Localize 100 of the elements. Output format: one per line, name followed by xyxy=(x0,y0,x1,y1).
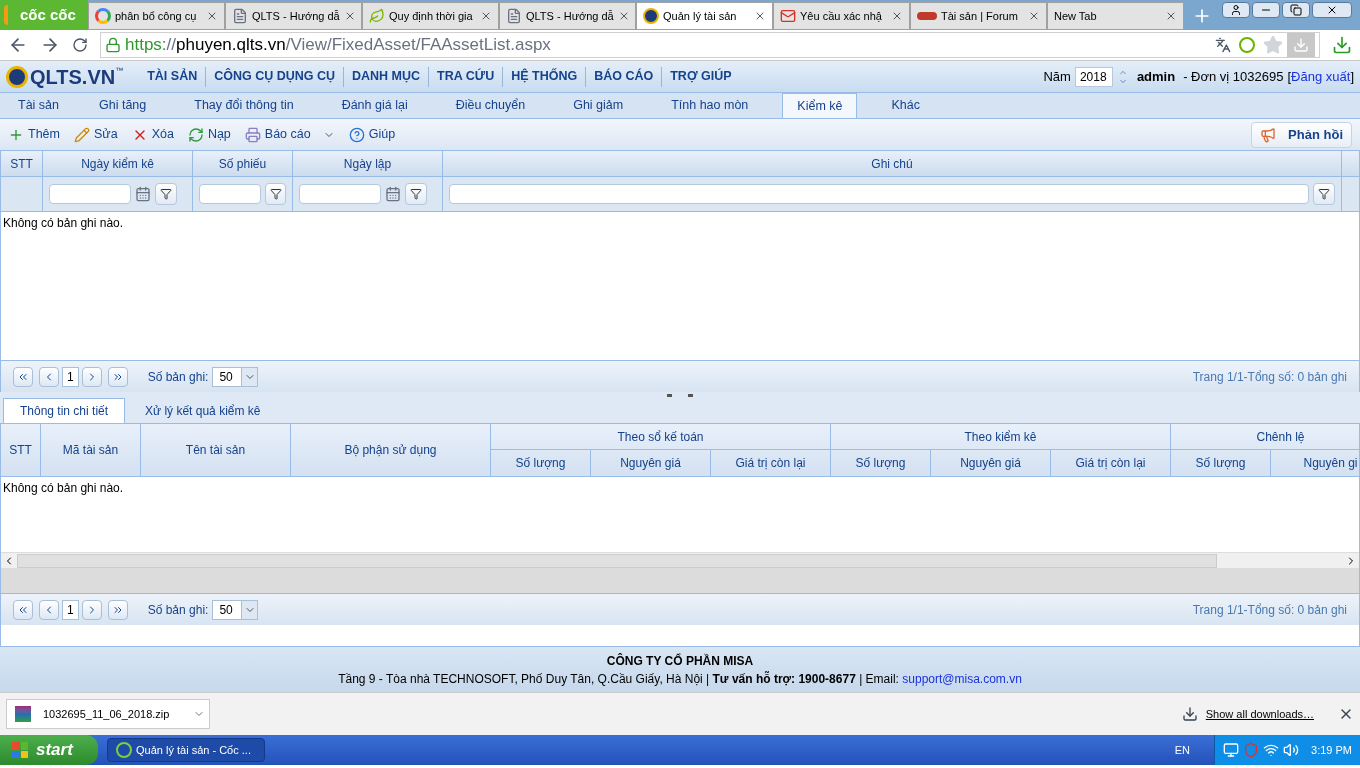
module-tab[interactable]: Đánh giá lại xyxy=(327,93,422,118)
column-header[interactable]: Số lượng xyxy=(491,450,591,476)
column-header[interactable]: STT xyxy=(1,424,41,476)
menu-item[interactable]: TRỢ GIÚP xyxy=(662,67,740,86)
page-number[interactable]: 1 xyxy=(62,366,79,387)
browser-tab[interactable]: Tài sản | Forum xyxy=(910,2,1047,30)
column-header[interactable]: STT xyxy=(1,151,43,176)
toolbar-button[interactable]: Xóa xyxy=(131,125,174,144)
module-tab[interactable]: Tính hao mòn xyxy=(657,93,763,118)
download-item[interactable]: 1032695_11_06_2018.zip xyxy=(6,699,210,729)
show-downloads-link[interactable]: Show all downloads… xyxy=(1205,705,1314,723)
menu-item[interactable]: CÔNG CỤ DỤNG CỤ xyxy=(206,67,344,86)
taskbar-window[interactable]: Quản lý tài sản - Cốc ... xyxy=(107,738,265,762)
filter-icon[interactable] xyxy=(405,183,427,205)
network-icon[interactable] xyxy=(1223,742,1240,758)
column-header[interactable]: Ngày lập xyxy=(293,151,443,176)
module-tab[interactable]: Tài sản xyxy=(4,93,73,118)
column-header[interactable]: Bộ phận sử dụng xyxy=(291,424,491,476)
column-header[interactable]: Số lượng xyxy=(1171,450,1271,476)
year-field[interactable]: 2018 xyxy=(1074,66,1113,87)
previous-page-button[interactable] xyxy=(39,366,59,387)
module-tab[interactable]: Thay đổi thông tin xyxy=(180,93,308,118)
last-page-button[interactable] xyxy=(107,366,128,387)
column-header[interactable]: Nguyên giá xyxy=(591,450,711,476)
filter-icon[interactable] xyxy=(155,183,177,205)
module-tab[interactable]: Điều chuyển xyxy=(441,93,540,118)
menu-item[interactable]: TRA CỨU xyxy=(429,67,503,86)
filter-field[interactable] xyxy=(49,184,131,204)
splitter-handle[interactable] xyxy=(0,392,1360,398)
close-icon[interactable] xyxy=(891,10,903,22)
toolbar-button[interactable]: Báo cáo xyxy=(244,125,335,144)
address-field[interactable]: https://phuyen.qlts.vn/View/FixedAsset/FAAssetList.aspx xyxy=(100,32,1320,58)
menu-item[interactable]: BÁO CÁO xyxy=(586,67,662,86)
column-header[interactable]: Mã tài sản xyxy=(41,424,141,476)
column-header[interactable]: Nguyên giá xyxy=(931,450,1051,476)
browser-tab[interactable]: phân bổ công cụ xyxy=(88,2,225,30)
filter-field[interactable] xyxy=(199,184,261,204)
menu-item[interactable]: TÀI SẢN xyxy=(139,67,206,86)
app-logo[interactable]: QLTS.VN xyxy=(30,61,116,92)
reload-icon[interactable] xyxy=(72,37,88,53)
page-size-dropdown[interactable]: 50 xyxy=(212,366,259,387)
close-icon[interactable] xyxy=(206,10,218,22)
detail-tab[interactable]: Xử lý kết quả kiểm kê xyxy=(129,398,277,423)
toolbar-button[interactable]: Giúp xyxy=(348,125,396,144)
browser-tab[interactable]: QLTS - Hướng dẫ xyxy=(499,2,636,30)
column-header[interactable]: Ghi chú xyxy=(443,151,1342,176)
speaker-icon[interactable] xyxy=(1283,742,1300,758)
toolbar-button[interactable]: Thêm xyxy=(8,125,60,144)
filter-icon[interactable] xyxy=(1313,183,1335,205)
horizontal-scrollbar[interactable] xyxy=(1,552,1359,568)
page-size-dropdown[interactable]: 50 xyxy=(212,599,259,620)
column-header[interactable]: Giá trị còn lại xyxy=(1051,450,1171,476)
browser-tab[interactable]: Yêu cầu xác nhậ xyxy=(773,2,910,30)
close-icon[interactable] xyxy=(1165,10,1177,22)
browser-tab[interactable]: QLTS - Hướng dẫ xyxy=(225,2,362,30)
next-page-button[interactable] xyxy=(81,366,102,387)
module-tab[interactable]: Ghi tăng xyxy=(85,93,161,118)
close-icon[interactable] xyxy=(1028,10,1040,22)
filter-field[interactable] xyxy=(299,184,381,204)
column-header[interactable]: Giá trị còn lại xyxy=(711,450,831,476)
language-indicator[interactable]: EN xyxy=(1174,741,1191,759)
detail-tab[interactable]: Thông tin chi tiết xyxy=(3,398,126,423)
menu-item[interactable]: HỆ THỐNG xyxy=(503,67,586,86)
module-tab[interactable]: Kiểm kê xyxy=(782,93,858,118)
printer-icon xyxy=(244,126,261,143)
restore-icon[interactable] xyxy=(1282,2,1310,18)
browser-tab[interactable]: Quy định thời gia xyxy=(362,2,499,30)
email-link[interactable]: support@misa.com.vn xyxy=(902,671,1022,686)
translate-icon[interactable] xyxy=(1215,37,1231,53)
last-page-button[interactable] xyxy=(107,599,128,620)
filter-icon[interactable] xyxy=(265,183,286,205)
first-page-button[interactable] xyxy=(13,599,33,620)
filter-field[interactable] xyxy=(449,184,1309,204)
next-page-button[interactable] xyxy=(81,599,102,620)
menu-item[interactable]: DANH MỤC xyxy=(344,67,429,86)
star-icon[interactable] xyxy=(1263,35,1283,55)
wifi-icon[interactable] xyxy=(1263,742,1280,758)
calendar-icon[interactable] xyxy=(135,186,151,202)
column-header[interactable]: Tên tài sản xyxy=(141,424,291,476)
module-tab[interactable]: Khác xyxy=(877,93,934,118)
previous-page-button[interactable] xyxy=(39,599,59,620)
feedback-button[interactable]: Phản hồi xyxy=(1251,121,1352,148)
browser-tab[interactable]: New Tab xyxy=(1047,2,1184,30)
column-header[interactable]: Ngày kiểm kê xyxy=(43,151,193,176)
column-header[interactable]: Nguyên gi xyxy=(1271,450,1359,476)
toolbar-button[interactable]: Nạp xyxy=(187,125,231,144)
module-tab[interactable]: Ghi giảm xyxy=(559,93,638,118)
download-icon[interactable] xyxy=(1332,35,1352,55)
user-icon[interactable] xyxy=(1222,2,1250,18)
column-header[interactable]: Số lượng xyxy=(831,450,931,476)
logout-link[interactable]: Đăng xuất xyxy=(1291,66,1351,87)
browser-tab[interactable]: Quản lý tài sản xyxy=(636,2,773,30)
page-number[interactable]: 1 xyxy=(62,599,79,620)
close-icon[interactable] xyxy=(754,10,766,22)
minimize-icon[interactable] xyxy=(1252,2,1280,18)
toolbar-button[interactable]: Sửa xyxy=(73,125,118,144)
first-page-button[interactable] xyxy=(13,366,33,387)
calendar-icon[interactable] xyxy=(385,186,401,202)
column-header[interactable]: Số phiếu xyxy=(193,151,293,176)
close-icon[interactable] xyxy=(480,10,492,22)
